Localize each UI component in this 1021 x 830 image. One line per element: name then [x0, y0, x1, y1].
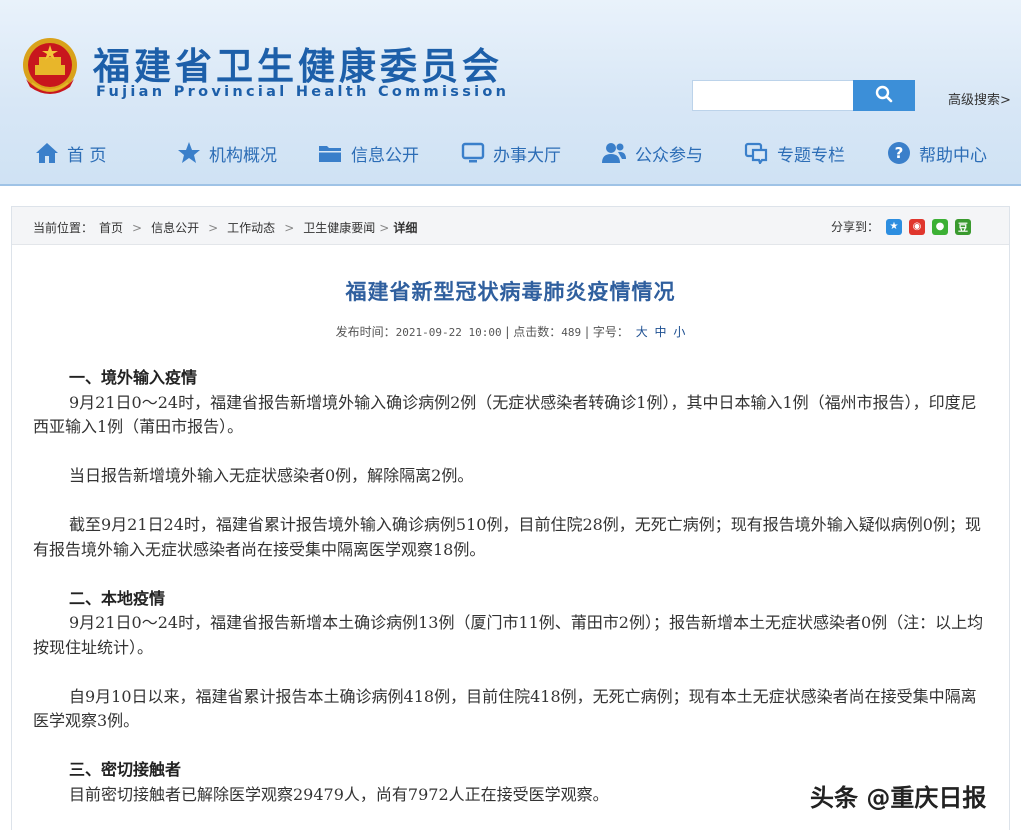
users-icon: [601, 142, 627, 164]
wechat-share-icon[interactable]: ●: [932, 218, 949, 235]
nav-label: 首 页: [67, 145, 107, 166]
nav-item-about[interactable]: 机构概况: [177, 132, 277, 174]
douban-share-icon[interactable]: 豆: [955, 218, 972, 235]
breadcrumb-home[interactable]: 首页: [99, 219, 123, 236]
breadcrumb-separator: >: [379, 220, 390, 235]
nav-item-topics[interactable]: 专题专栏: [744, 132, 845, 174]
home-icon: [35, 142, 59, 164]
main-nav: 首 页 机构概况 信息公开 办事大厅 公众参与 专题专栏 ? 帮助中心: [0, 132, 1021, 174]
font-size-label: 字号：: [592, 325, 629, 339]
font-size-small[interactable]: 小: [673, 325, 685, 339]
folder-icon: [318, 143, 343, 163]
star-icon: [177, 142, 201, 164]
nav-label: 公众参与: [635, 145, 703, 166]
paragraph: 9月21日0～24时，福建省报告新增本土确诊病例13例（厦门市11例、莆田市2例…: [33, 613, 984, 657]
nav-item-service[interactable]: 办事大厅: [461, 132, 561, 174]
site-subtitle: Fujian Provincial Health Commission: [96, 84, 510, 100]
breadcrumb-separator: >: [284, 220, 295, 235]
help-icon: ?: [887, 141, 911, 165]
meta-divider: |: [584, 325, 593, 339]
publish-time: 2021-09-22 10:00: [395, 326, 502, 339]
click-count: 489: [561, 326, 582, 339]
breadcrumb-news[interactable]: 卫生健康要闻: [303, 219, 375, 236]
watermark-text: 头条 @重庆日报: [810, 784, 987, 812]
weibo-share-icon[interactable]: ◉: [909, 218, 926, 235]
paragraph: 截至9月21日24时，福建省累计报告境外输入确诊病例510例，目前住院28例，无…: [33, 515, 981, 559]
breadcrumb-work[interactable]: 工作动态: [227, 219, 275, 236]
breadcrumb-separator: >: [132, 220, 143, 235]
section-heading: 一、境外输入疫情: [69, 368, 198, 387]
breadcrumb-prefix: 当前位置：: [33, 221, 94, 235]
advanced-search-link[interactable]: 高级搜索>: [948, 89, 1011, 108]
monitor-icon: [461, 142, 485, 164]
search-button[interactable]: [853, 80, 915, 111]
nav-item-home[interactable]: 首 页: [35, 132, 106, 174]
article-body: 一、境外输入疫情 9月21日0～24时，福建省报告新增境外输入确诊病例2例（无症…: [33, 366, 989, 807]
font-size-large[interactable]: 大: [636, 325, 648, 339]
paragraph: 当日报告新增境外输入无症状感染者0例，解除隔离2例。: [69, 466, 474, 485]
site-title: 福建省卫生健康委员会: [93, 45, 503, 88]
share-bar: 分享到： ★ ◉ ● 豆: [831, 218, 972, 235]
nav-label: 帮助中心: [919, 145, 987, 166]
nav-item-help[interactable]: ? 帮助中心: [887, 132, 987, 174]
nav-label: 机构概况: [209, 145, 277, 166]
search-input[interactable]: [692, 80, 854, 111]
publish-label: 发布时间：: [335, 325, 396, 339]
nav-item-info[interactable]: 信息公开: [318, 132, 419, 174]
nav-label: 专题专栏: [777, 145, 845, 166]
national-emblem-logo: [18, 35, 82, 101]
breadcrumb: 当前位置： 首页 > 信息公开 > 工作动态 > 卫生健康要闻 > 详细: [33, 219, 417, 236]
breadcrumb-current: 详细: [393, 221, 418, 235]
nav-item-public[interactable]: 公众参与: [601, 132, 703, 174]
search-icon: [875, 85, 893, 107]
clicks-label: 点击数：: [513, 325, 562, 339]
svg-text:?: ?: [895, 144, 904, 162]
chat-icon: [744, 142, 769, 164]
qzone-share-icon[interactable]: ★: [886, 218, 903, 235]
paragraph: 9月21日0～24时，福建省报告新增境外输入确诊病例2例（无症状感染者转确诊1例…: [33, 392, 977, 437]
paragraph: 自9月10日以来，福建省累计报告本土确诊病例418例，目前住院418例，无死亡病…: [33, 686, 977, 731]
nav-label: 办事大厅: [493, 145, 561, 166]
breadcrumb-separator: >: [208, 220, 219, 235]
share-label: 分享到：: [831, 220, 880, 234]
section-heading: 二、本地疫情: [69, 588, 166, 608]
article-meta: 发布时间：2021-09-22 10:00 | 点击数：489 | 字号： 大 …: [0, 323, 1021, 340]
breadcrumb-info[interactable]: 信息公开: [151, 219, 199, 236]
nav-label: 信息公开: [351, 145, 419, 166]
font-size-medium[interactable]: 中: [655, 325, 667, 339]
article-title: 福建省新型冠状病毒肺炎疫情情况: [345, 280, 676, 304]
